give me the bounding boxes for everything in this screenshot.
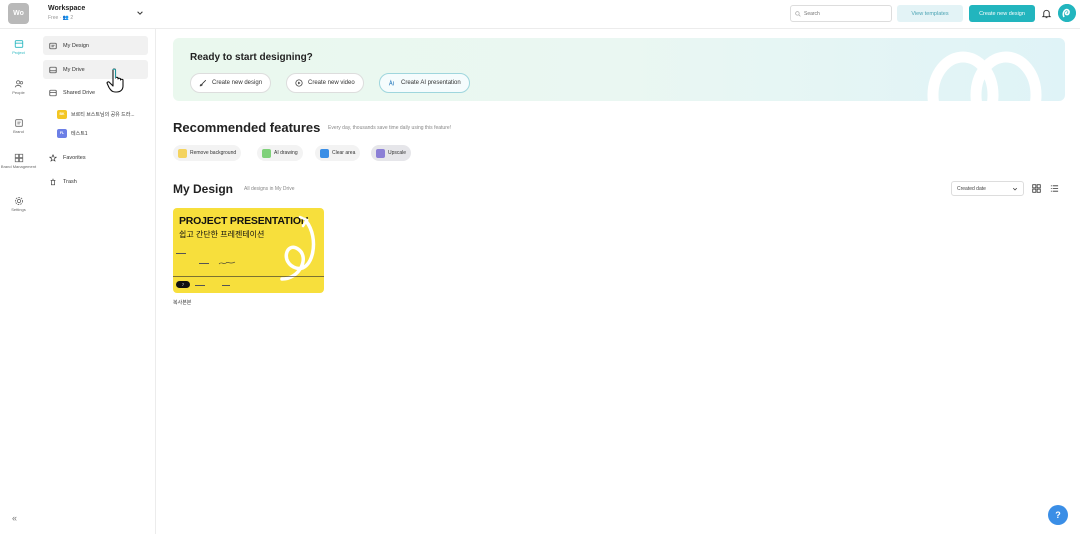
rail-label: Brand [13,129,24,134]
sidebar-item-label: Favorites [63,154,86,161]
card-detail-line [195,285,205,286]
sidebar-item-label: Shared Drive [63,89,96,96]
list-view-icon[interactable] [1050,184,1059,193]
card-subtitle: 쉽고 간단한 프레젠테이션 [179,230,265,239]
chip-remove-background[interactable]: Remove background [173,145,242,161]
sidebar-item-favorites[interactable]: Favorites [43,148,148,167]
workspace-name[interactable]: Workspace [48,5,85,12]
page-count-badge: 7 [176,281,190,288]
my-design-title: My Design [173,182,234,196]
create-new-design-pill[interactable]: Create new design [190,73,272,93]
ai-icon [388,79,394,86]
sort-label: Created date [957,185,986,192]
bell-icon[interactable] [1041,8,1052,19]
chip-label: AI drawing [274,150,298,156]
create-new-video-pill[interactable]: Create new video [286,73,364,93]
search-icon [795,10,801,17]
card-detail-line [176,253,186,254]
grid-view-icon[interactable] [1032,184,1041,193]
upscale-icon [376,148,385,158]
shared-drive-item[interactable]: FL 테스트1 [57,126,88,140]
chip-label: Upscale [388,150,407,156]
shared-drive-icon [49,89,57,96]
chevron-down-icon [1012,187,1018,190]
gear-icon [14,196,23,206]
sidebar: My Design My Drive Shared Drive BK 브르티 브… [37,29,156,534]
pill-label: Create new video [308,80,355,86]
star-icon [49,153,57,162]
my-design-subtitle: All designs in My Drive [244,186,295,192]
card-detail-line [222,285,230,286]
drive-badge: FL [57,128,67,138]
help-button[interactable]: ? [1048,505,1068,525]
people-icon [14,80,23,88]
drive-icon [49,66,57,73]
design-name[interactable]: 복사본본 [173,299,191,306]
brand-icon [14,119,23,127]
drive-badge: BK [57,109,67,119]
sidebar-item-shared-drive[interactable]: Shared Drive [43,83,148,102]
decorative-rings [927,51,1042,101]
sidebar-item-label: Trash [63,178,77,185]
sort-dropdown[interactable]: Created date [951,181,1024,196]
collapse-sidebar-button[interactable]: « [12,513,17,523]
chip-upscale[interactable]: Upscale [371,145,412,161]
sidebar-item-my-design[interactable]: My Design [43,36,148,55]
sidebar-item-label: My Drive [63,66,85,73]
design-card[interactable]: PROJECT PRESENTATION 쉽고 간단한 프레젠테이션 7 [173,208,324,293]
card-divider [173,276,324,277]
recommended-title: Recommended features [173,120,321,135]
chip-label: Clear area [332,150,356,156]
top-bar: Wo Workspace Free · 👥 2 View templates C… [0,0,1080,29]
trash-icon [50,178,56,185]
view-templates-button[interactable]: View templates [897,5,963,22]
workspace-avatar[interactable]: Wo [8,3,29,24]
rail-item-settings[interactable]: Settings [0,196,37,213]
hero-title: Ready to start designing? [190,52,313,63]
sidebar-item-trash[interactable]: Trash [43,172,148,191]
hero-banner: Ready to start designing? Create new des… [173,38,1065,101]
recommended-subtitle: Every day, thousands save time daily usi… [328,125,452,131]
play-icon [295,79,303,87]
folder-icon [14,40,23,48]
chevron-down-icon[interactable] [136,9,144,17]
card-detail-line [199,263,209,264]
ai-drawing-icon [262,148,271,158]
create-ai-presentation-pill[interactable]: Create AI presentation [379,73,470,93]
shared-drive-label: 브르티 브스트님의 공유 드라... [71,111,135,118]
brush-icon [199,79,207,87]
shared-drive-label: 테스트1 [71,130,88,137]
rail-label: Settings [11,207,26,212]
rail-item-brand-management[interactable]: Brand Management [0,153,37,170]
rail-item-project[interactable]: Project [0,39,37,56]
rail-item-people[interactable]: People [0,79,37,96]
remove-background-icon [178,148,187,158]
shared-drive-item[interactable]: BK 브르티 브스트님의 공유 드라... [57,107,135,121]
chip-ai-drawing[interactable]: AI drawing [257,145,303,161]
rail-label: Brand Management [0,164,37,169]
swirl-decoration [280,215,316,281]
rail-label: People [12,90,25,95]
clear-area-icon [320,148,329,158]
create-new-design-button[interactable]: Create new design [969,5,1035,22]
hand-cursor-icon [106,68,124,93]
sidebar-item-my-drive[interactable]: My Drive [43,60,148,79]
rail-label: Project [12,50,25,55]
workspace-plan: Free · 👥 2 [48,15,74,21]
user-avatar[interactable] [1058,4,1076,22]
chip-label: Remove background [190,150,237,156]
pill-label: Create new design [212,80,263,86]
rail-item-brand[interactable]: Brand [0,118,37,135]
signature-scribble [218,261,236,265]
pill-label: Create AI presentation [401,80,461,86]
search-box[interactable] [790,5,892,22]
search-input[interactable] [804,10,884,17]
sidebar-item-label: My Design [63,42,89,49]
my-design-icon [49,42,57,49]
chip-clear-area[interactable]: Clear area [315,145,361,161]
left-rail: Project People Brand Brand Management Se… [0,29,37,534]
brand-management-icon [14,153,23,163]
